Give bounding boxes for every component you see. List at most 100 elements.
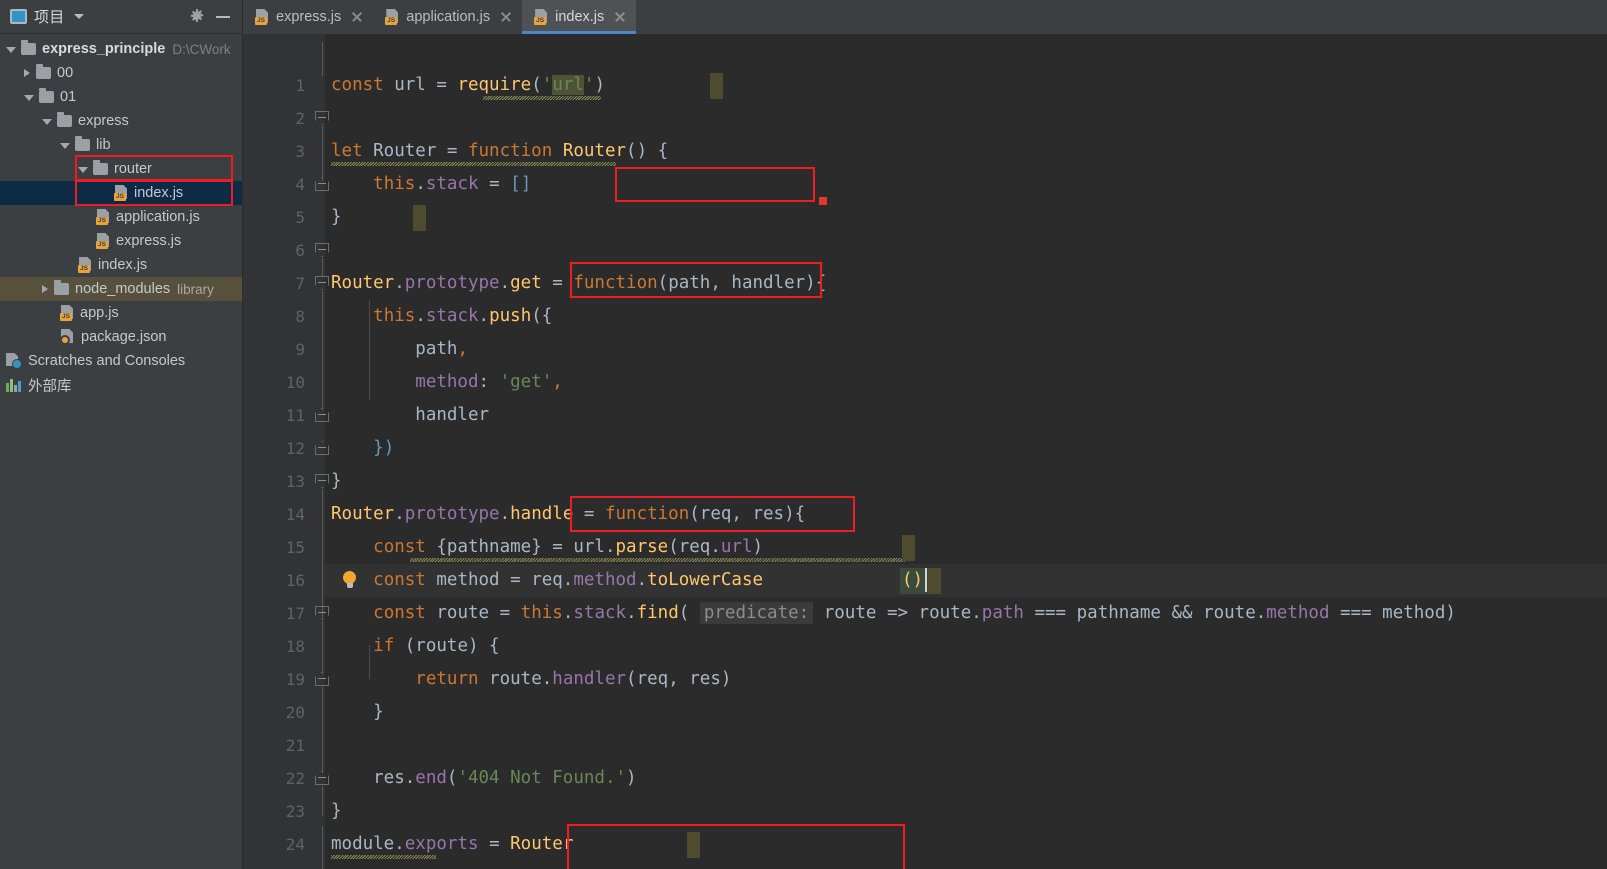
chevron-down-icon[interactable]: [6, 47, 16, 53]
tab-index-js[interactable]: JS index.js: [522, 0, 637, 34]
fold-guide: [321, 258, 323, 277]
project-icon: [10, 9, 27, 24]
tree-row-package-json[interactable]: package.json: [0, 325, 242, 349]
chevron-right-icon[interactable]: [24, 69, 30, 77]
inspection-squiggle: [483, 96, 601, 100]
occurrence-marker: [928, 568, 941, 594]
code-line-12: }): [373, 438, 395, 458]
tab-label: index.js: [555, 9, 605, 25]
folder-icon: [54, 280, 69, 295]
project-tree: express_principle D:\CWork 00 01 express: [0, 34, 242, 397]
chevron-down-icon[interactable]: [24, 95, 34, 101]
line-number: 15: [285, 538, 305, 557]
code-line-16-parens: (): [902, 570, 924, 590]
tree-row-router[interactable]: router: [0, 157, 242, 181]
line-number: 9: [295, 340, 305, 359]
tree-row-lib-index-js[interactable]: JS index.js: [0, 253, 242, 277]
tree-label: 00: [57, 65, 74, 81]
fold-guide: [321, 687, 323, 773]
tree-row-node-modules[interactable]: node_modules library: [0, 277, 242, 301]
line-number: 11: [285, 406, 305, 425]
tab-express-js[interactable]: JS express.js: [243, 0, 373, 34]
text-caret: [925, 568, 927, 592]
scratches-icon: [6, 353, 22, 369]
folder-icon: [39, 88, 54, 103]
tree-label: 外部库: [28, 378, 72, 395]
code-content[interactable]: const url = require('url') let Router = …: [325, 34, 1607, 869]
chevron-down-icon[interactable]: [42, 119, 52, 125]
minimize-icon[interactable]: [216, 15, 230, 18]
line-number: 2: [295, 109, 305, 128]
close-icon[interactable]: [351, 11, 363, 23]
tree-row-scratches-and-consoles[interactable]: Scratches and Consoles: [0, 349, 242, 373]
chevron-down-icon[interactable]: [60, 143, 70, 149]
tree-row-express-js[interactable]: JS express.js: [0, 229, 242, 253]
line-number: 14: [285, 505, 305, 524]
inspection-squiggle: [410, 558, 905, 562]
close-icon[interactable]: [614, 11, 626, 23]
tree-sublabel: library: [177, 281, 214, 297]
tree-row-lib[interactable]: lib: [0, 133, 242, 157]
tree-label: express: [78, 113, 129, 129]
close-icon[interactable]: [500, 11, 512, 23]
line-number: 25: [243, 861, 305, 869]
tree-label: 01: [60, 89, 77, 105]
inspection-squiggle: [331, 855, 436, 859]
js-file-icon: JS: [255, 9, 269, 25]
folder-icon: [57, 112, 72, 127]
tree-label: app.js: [80, 305, 119, 321]
folder-icon: [36, 64, 51, 79]
tree-label: package.json: [81, 329, 167, 345]
tree-row-express-principle[interactable]: express_principle D:\CWork: [0, 37, 242, 61]
chevron-right-icon[interactable]: [42, 285, 48, 293]
code-line-23: }: [331, 801, 342, 821]
occurrence-marker: [413, 205, 426, 231]
tree-row-external-libraries[interactable]: 外部库: [0, 373, 242, 397]
tree-row-express[interactable]: express: [0, 109, 242, 133]
line-number: 7: [295, 274, 305, 293]
parameter-hint: predicate:: [699, 602, 814, 624]
code-editor[interactable]: 1 2 3 4 5 6 7 8 9 10 11 12 13 14 15 16 1…: [243, 34, 1607, 869]
tree-row-00[interactable]: 00: [0, 61, 242, 85]
folder-icon: [93, 160, 108, 175]
line-number: 5: [295, 208, 305, 227]
code-line-5: }: [331, 207, 342, 227]
tree-label: express_principle: [42, 41, 166, 57]
tree-row-application-js[interactable]: JS application.js: [0, 205, 242, 229]
tree-label: index.js: [98, 257, 148, 273]
line-number: 1: [295, 76, 305, 95]
editor-area: JS express.js JS application.js JS index…: [243, 0, 1607, 869]
line-number: 20: [285, 703, 305, 722]
tree-label: Scratches and Consoles: [28, 353, 186, 369]
js-file-icon: JS: [78, 257, 92, 273]
js-file-icon: JS: [60, 305, 74, 321]
fold-guide: [321, 291, 323, 410]
ide-window: 项目 express_principle D:\CWork 00 01 expr…: [0, 0, 1607, 869]
line-number: 22: [285, 769, 305, 788]
chevron-down-icon[interactable]: [73, 14, 84, 19]
tree-label: lib: [96, 137, 111, 153]
line-number: 4: [295, 175, 305, 194]
tab-application-js[interactable]: JS application.js: [373, 0, 522, 34]
line-number: 18: [285, 637, 305, 656]
fold-guide: [321, 826, 323, 869]
chevron-down-icon[interactable]: [78, 167, 88, 173]
js-file-icon: JS: [385, 9, 399, 25]
code-line-14: Router.prototype.handle = function(req, …: [331, 504, 806, 524]
tree-row-01[interactable]: 01: [0, 85, 242, 109]
line-number-gutter[interactable]: 1 2 3 4 5 6 7 8 9 10 11 12 13 14 15 16 1…: [243, 34, 356, 869]
js-file-icon: JS: [96, 233, 110, 249]
gear-icon[interactable]: [189, 8, 205, 25]
line-number: 13: [285, 472, 305, 491]
tree-label: index.js: [134, 185, 184, 201]
tree-row-router-index-js[interactable]: JS index.js: [0, 181, 242, 205]
sidebar-title: 项目: [34, 9, 65, 26]
inspection-squiggle: [331, 162, 616, 166]
code-line-11: handler: [331, 405, 490, 425]
folder-icon: [75, 136, 90, 151]
fold-guide: [321, 786, 323, 816]
line-number: 16: [285, 571, 305, 590]
tree-row-app-js[interactable]: JS app.js: [0, 301, 242, 325]
occurrence-marker: [687, 832, 700, 858]
code-line-4: this.stack = []: [373, 174, 532, 194]
